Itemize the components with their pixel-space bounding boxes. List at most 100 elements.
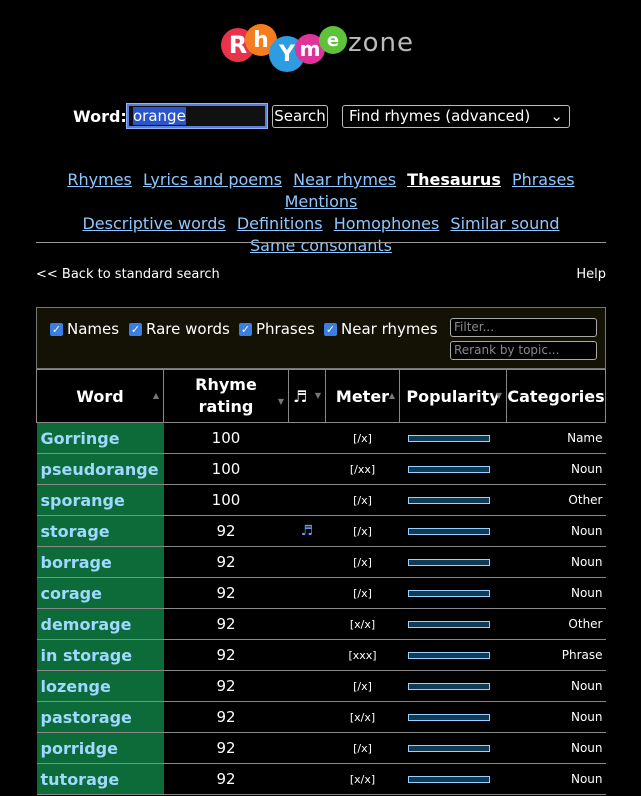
col-header-label: Rhyme rating — [195, 375, 257, 416]
checkbox-label: Phrases — [256, 320, 315, 338]
results-table: Word ▲ Rhyme rating ▼ ♬ ▼ Meter ▲ Popularity… — [36, 369, 606, 795]
filter-input[interactable]: Filter... — [450, 318, 597, 337]
category: Phrase — [506, 639, 606, 671]
table-row: Gorringe 100 [/x] Name — [36, 422, 606, 454]
table-row: borrage 92 [/x] Noun — [36, 546, 606, 578]
search-button[interactable]: Search — [272, 105, 328, 128]
nav-same-consonants[interactable]: Same consonants — [250, 236, 392, 255]
popularity-cell — [399, 670, 507, 702]
popularity-cell — [399, 422, 507, 454]
result-word-link[interactable]: pastorage — [36, 701, 164, 733]
checkbox-names[interactable]: ✓ Names — [50, 320, 119, 338]
word-input[interactable]: orange — [126, 103, 268, 129]
search-mode-select[interactable]: Find rhymes (advanced) ⌄ — [342, 105, 570, 128]
nav-phrases[interactable]: Phrases — [512, 170, 575, 189]
nav-definitions[interactable]: Definitions — [237, 214, 323, 233]
result-word-link[interactable]: borrage — [36, 546, 164, 578]
back-to-standard-search-link[interactable]: << Back to standard search — [36, 267, 220, 282]
result-word-link[interactable]: in storage — [36, 639, 164, 671]
category: Noun — [506, 546, 606, 578]
result-word-link[interactable]: Gorringe — [36, 422, 164, 454]
popularity-bar — [407, 558, 490, 566]
popularity-cell — [399, 577, 507, 609]
nav-rhymes[interactable]: Rhymes — [67, 170, 132, 189]
music-cell — [288, 484, 326, 516]
category: Noun — [506, 453, 606, 485]
col-header-categories[interactable]: Categories — [506, 369, 606, 423]
col-header-rhyme-rating[interactable]: Rhyme rating ▼ — [163, 369, 289, 423]
music-note-icon[interactable]: ♬ — [288, 515, 326, 547]
popularity-bar — [407, 527, 490, 535]
rhyme-rating: 92 — [163, 732, 289, 764]
nav-thesaurus[interactable]: Thesaurus — [407, 170, 501, 189]
rhyme-rating: 100 — [163, 422, 289, 454]
popularity-cell — [399, 763, 507, 795]
sort-icon: ▼ — [495, 391, 502, 400]
checkbox-rare-words[interactable]: ✓ Rare words — [129, 320, 230, 338]
popularity-bar — [407, 651, 490, 659]
meter: [x/x] — [325, 701, 400, 733]
col-header-meter[interactable]: Meter ▲ — [325, 369, 400, 423]
result-word-link[interactable]: storage — [36, 515, 164, 547]
checkbox-label: Names — [67, 320, 120, 338]
music-cell — [288, 639, 326, 671]
meter: [/x] — [325, 577, 400, 609]
word-input-value: orange — [133, 107, 186, 125]
rhymezone-logo[interactable]: R h Y m e zone — [221, 20, 431, 80]
result-word-link[interactable]: corage — [36, 577, 164, 609]
result-word-link[interactable]: lozenge — [36, 670, 164, 702]
music-cell — [288, 422, 326, 454]
checkbox-phrases[interactable]: ✓ Phrases — [239, 320, 315, 338]
search-mode-value: Find rhymes (advanced) — [349, 107, 531, 125]
result-word-link[interactable]: porridge — [36, 732, 164, 764]
nav-descriptive-words[interactable]: Descriptive words — [82, 214, 225, 233]
sort-icon: ▼ — [277, 397, 284, 406]
popularity-bar — [407, 744, 490, 752]
category: Other — [506, 608, 606, 640]
meter: [/xx] — [325, 453, 400, 485]
result-type-nav: Rhymes Lyrics and poems Near rhymes Thes… — [36, 169, 606, 257]
col-header-music[interactable]: ♬ ▼ — [288, 369, 326, 423]
nav-mentions[interactable]: Mentions — [285, 192, 358, 211]
popularity-bar — [407, 589, 490, 597]
category: Noun — [506, 670, 606, 702]
result-word-link[interactable]: pseudorange — [36, 453, 164, 485]
nav-near-rhymes[interactable]: Near rhymes — [293, 170, 396, 189]
col-header-popularity[interactable]: Popularity ▼ — [399, 369, 507, 423]
checkbox-label: Rare words — [146, 320, 230, 338]
popularity-cell — [399, 453, 507, 485]
popularity-bar — [407, 434, 490, 442]
results-table-body: Gorringe 100 [/x] Name pseudorange 100 [/xx] No… — [36, 422, 606, 795]
meter: [/x] — [325, 732, 400, 764]
filter-panel: ✓ Names ✓ Rare words ✓ Phrases ✓ Near rh… — [36, 307, 606, 369]
checkbox-checked-icon: ✓ — [50, 322, 63, 336]
result-word-link[interactable]: tutorage — [36, 763, 164, 795]
logo-bubble-e: e — [319, 26, 347, 54]
meter: [/x] — [325, 546, 400, 578]
category: Noun — [506, 577, 606, 609]
popularity-cell — [399, 546, 507, 578]
chevron-down-icon: ⌄ — [550, 107, 563, 125]
table-row: pseudorange 100 [/xx] Noun — [36, 453, 606, 485]
rhyme-rating: 92 — [163, 701, 289, 733]
checkbox-near-rhymes[interactable]: ✓ Near rhymes — [324, 320, 438, 338]
rhyme-rating: 92 — [163, 639, 289, 671]
col-header-word[interactable]: Word ▲ — [36, 369, 164, 423]
popularity-bar — [407, 713, 490, 721]
sort-icon: ▲ — [152, 391, 159, 400]
col-header-label: Word — [76, 386, 124, 406]
nav-lyrics-and-poems[interactable]: Lyrics and poems — [143, 170, 282, 189]
nav-similar-sound[interactable]: Similar sound — [450, 214, 559, 233]
table-row: pastorage 92 [x/x] Noun — [36, 701, 606, 733]
table-row: lozenge 92 [/x] Noun — [36, 670, 606, 702]
music-cell — [288, 732, 326, 764]
rerank-topic-input[interactable]: Rerank by topic... — [450, 341, 597, 360]
table-row: storage 92 ♬ [/x] Noun — [36, 515, 606, 547]
help-link[interactable]: Help — [576, 267, 606, 282]
meter: [x/x] — [325, 763, 400, 795]
result-word-link[interactable]: demorage — [36, 608, 164, 640]
col-header-label: Categories — [507, 386, 605, 406]
nav-homophones[interactable]: Homophones — [334, 214, 440, 233]
rhyme-rating: 92 — [163, 763, 289, 795]
result-word-link[interactable]: sporange — [36, 484, 164, 516]
